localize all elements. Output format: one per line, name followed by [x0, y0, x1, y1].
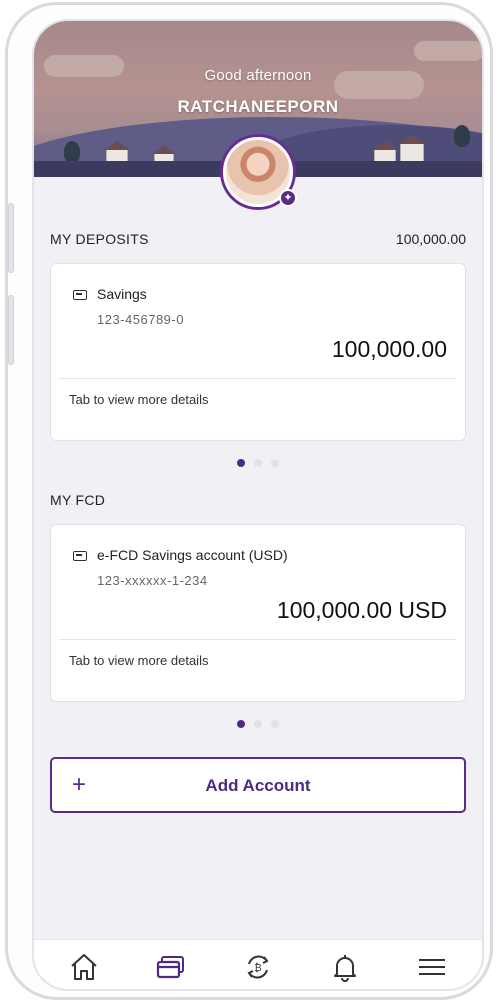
- tab-menu[interactable]: [402, 945, 462, 989]
- volume-down-button: [8, 295, 14, 365]
- fcd-section-title: MY FCD: [50, 492, 106, 508]
- svg-text:₿: ₿: [254, 962, 261, 974]
- house: [400, 143, 424, 163]
- tab-notifications[interactable]: [315, 945, 375, 989]
- fcd-account-card[interactable]: e-FCD Savings account (USD) 123-xxxxxx-1…: [50, 524, 466, 702]
- tree: [64, 141, 80, 163]
- account-number: 123-456789-0: [97, 312, 184, 327]
- tab-transfer[interactable]: ₿: [228, 945, 288, 989]
- add-account-label: Add Account: [205, 776, 311, 795]
- account-balance: 100,000.00 USD: [276, 597, 447, 623]
- view-details-link[interactable]: Tab to view more details: [69, 392, 208, 407]
- account-card-icon: [73, 290, 87, 300]
- deposits-total: 100,000.00: [395, 231, 466, 247]
- pagination-dot[interactable]: [254, 720, 262, 728]
- cloud: [414, 41, 482, 61]
- tab-accounts[interactable]: [141, 945, 201, 989]
- greeting-text: Good afternoon: [204, 67, 312, 84]
- deposits-pagination: [34, 459, 482, 467]
- bell-icon: [334, 954, 357, 982]
- transfer-icon: ₿: [247, 955, 269, 978]
- accounts-card-icon: [156, 955, 184, 978]
- username: RATCHANEEPORN: [177, 97, 339, 116]
- view-details-link[interactable]: Tab to view more details: [69, 653, 208, 668]
- menu-icon: [419, 958, 446, 975]
- account-card-icon: [73, 551, 87, 561]
- pagination-dot[interactable]: [237, 720, 245, 728]
- account-name: Savings: [97, 286, 147, 302]
- avatar-edit-icon[interactable]: ✦: [279, 189, 297, 207]
- tree: [454, 125, 470, 147]
- card-divider: [59, 378, 457, 379]
- app-screen: Good afternoon RATCHANEEPORN ✦ MY DEPOSI…: [32, 19, 484, 991]
- account-name: e-FCD Savings account (USD): [97, 547, 288, 563]
- add-account-button[interactable]: + Add Account: [50, 757, 466, 813]
- bottom-tab-bar: ₿: [34, 939, 482, 989]
- pagination-dot[interactable]: [254, 459, 262, 467]
- volume-up-button: [8, 203, 14, 273]
- pagination-dot[interactable]: [271, 720, 279, 728]
- account-balance: 100,000.00: [331, 336, 447, 362]
- account-number: 123-xxxxxx-1-234: [97, 573, 208, 588]
- pagination-dot[interactable]: [237, 459, 245, 467]
- deposits-section-title: MY DEPOSITS: [50, 231, 149, 247]
- savings-account-card[interactable]: Savings 123-456789-0 100,000.00 Tab to v…: [50, 263, 466, 441]
- fcd-pagination: [34, 720, 482, 728]
- tab-home[interactable]: [54, 945, 114, 989]
- phone-frame: Good afternoon RATCHANEEPORN ✦ MY DEPOSI…: [5, 2, 493, 1000]
- pagination-dot[interactable]: [271, 459, 279, 467]
- home-icon: [70, 953, 97, 980]
- card-divider: [59, 639, 457, 640]
